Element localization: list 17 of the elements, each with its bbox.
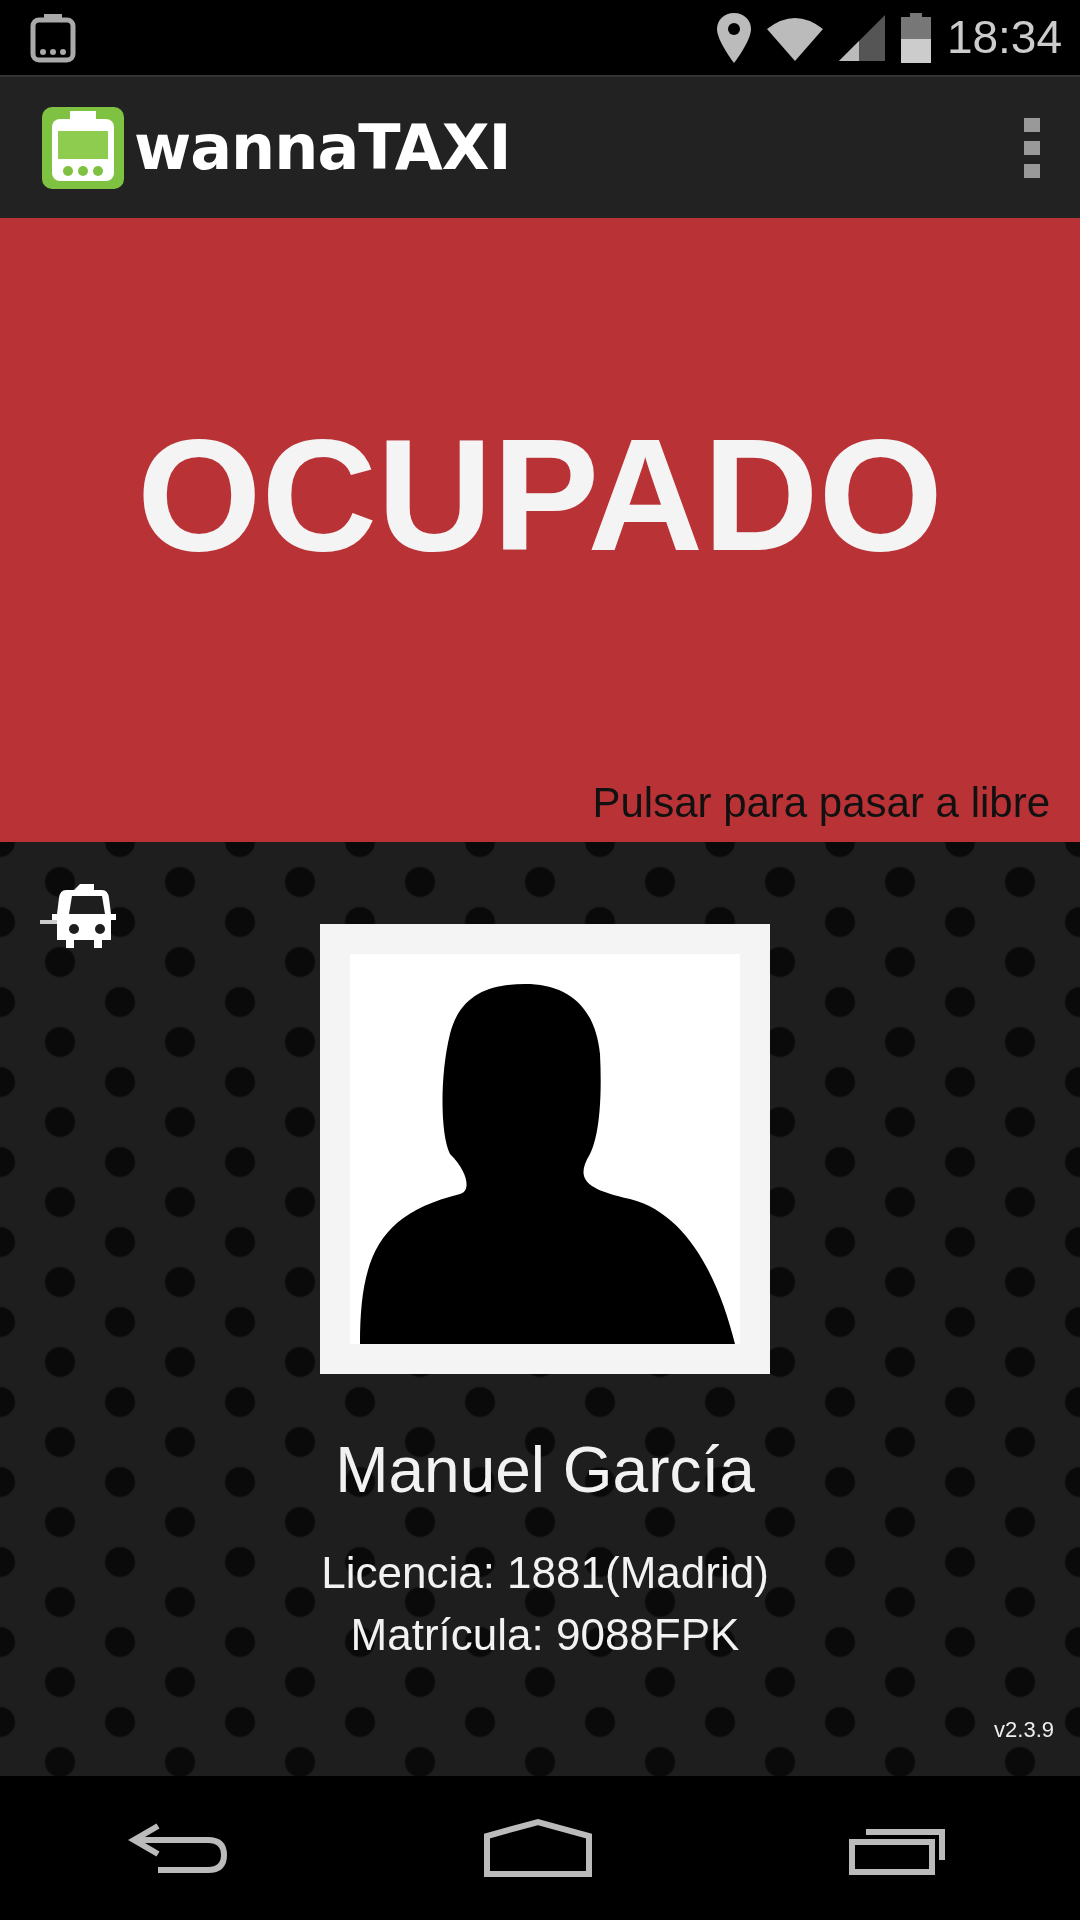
status-hint: Pulsar para pasar a libre — [592, 779, 1050, 826]
taxi-notification-icon — [30, 11, 76, 64]
clock-time: 18:34 — [946, 10, 1062, 65]
taxi-logo-icon — [40, 104, 126, 191]
location-icon — [716, 12, 751, 63]
license-text: Licencia: 1881(Madrid) — [321, 1547, 769, 1599]
battery-icon — [900, 12, 931, 63]
back-icon[interactable] — [127, 1820, 228, 1876]
driver-name: Manuel García — [335, 1433, 755, 1508]
home-icon[interactable] — [483, 1818, 593, 1878]
version-label: v2.3.9 — [994, 1717, 1054, 1742]
plate-text: Matrícula: 9088FPK — [350, 1608, 740, 1661]
signal-icon — [838, 14, 885, 61]
status-panel[interactable]: OCUPADO Pulsar para pasar a libre — [0, 218, 1080, 842]
status-label: OCUPADO — [137, 414, 943, 575]
overflow-menu-icon[interactable] — [1024, 117, 1040, 178]
app-logo: wannaTAXI — [134, 110, 511, 186]
